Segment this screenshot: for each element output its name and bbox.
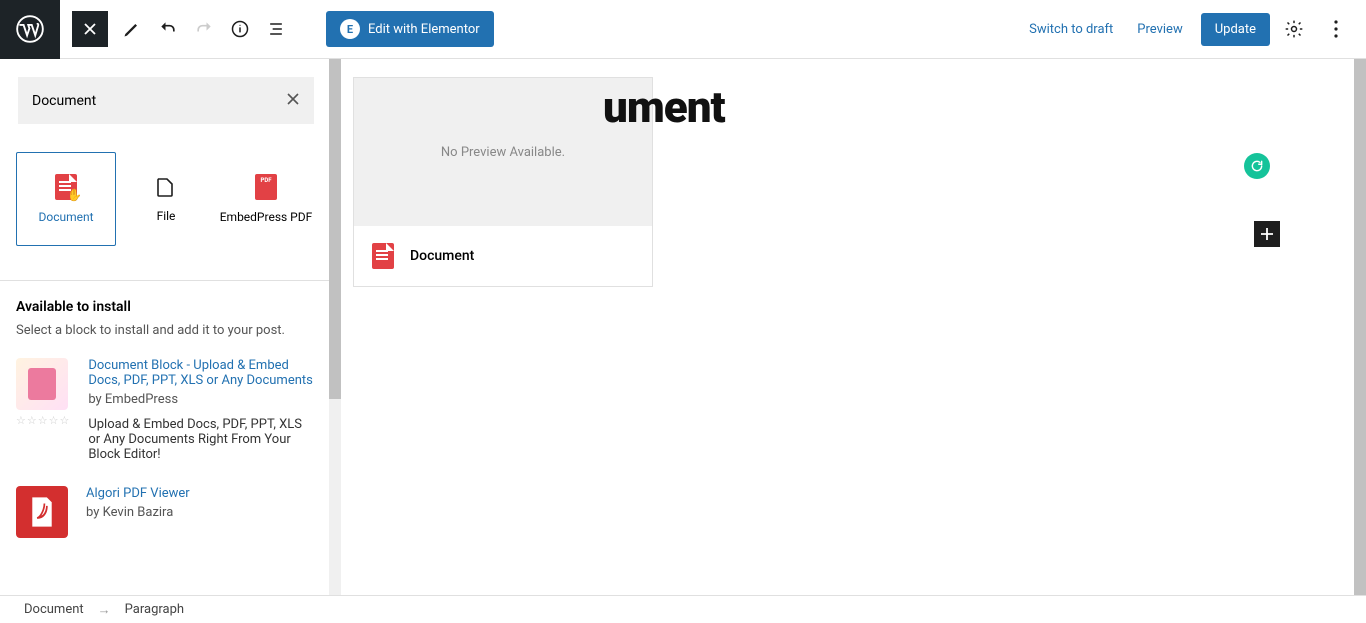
- elementor-icon: E: [340, 19, 360, 39]
- document-icon: [372, 243, 394, 269]
- block-label: Document: [38, 210, 93, 224]
- edit-with-elementor-button[interactable]: E Edit with Elementor: [326, 11, 494, 47]
- plugin-author: by Kevin Bazira: [86, 505, 316, 520]
- add-block-button[interactable]: [1254, 221, 1280, 247]
- undo-icon[interactable]: [150, 11, 186, 47]
- plugin-item[interactable]: Algori PDF Viewer by Kevin Bazira: [16, 486, 316, 538]
- pdf-block-icon: PDF: [255, 174, 277, 200]
- plugin-description: Upload & Embed Docs, PDF, PPT, XLS or An…: [88, 417, 316, 462]
- preview-block-label: Document: [410, 248, 474, 264]
- editor-canvas[interactable]: ument No Preview Available. Document: [333, 59, 1366, 595]
- breadcrumb-item[interactable]: Paragraph: [125, 602, 184, 617]
- breadcrumb-footer: Document → Paragraph: [0, 595, 1366, 623]
- grammarly-icon[interactable]: [1244, 153, 1270, 179]
- plugin-rating-stars: ☆☆☆☆☆: [16, 414, 70, 427]
- canvas-scrollbar[interactable]: [1354, 59, 1366, 595]
- settings-gear-icon[interactable]: [1276, 11, 1312, 47]
- block-item-embedpress-pdf[interactable]: PDF EmbedPress PDF: [216, 152, 316, 246]
- plugin-thumb-col: [16, 486, 68, 538]
- info-icon[interactable]: [222, 11, 258, 47]
- close-inserter-button[interactable]: [72, 11, 108, 47]
- elementor-label: Edit with Elementor: [368, 22, 480, 37]
- plugin-name-link[interactable]: Document Block - Upload & Embed Docs, PD…: [88, 358, 316, 388]
- block-label: File: [157, 209, 176, 223]
- plugin-item[interactable]: ☆☆☆☆☆ Document Block - Upload & Embed Do…: [16, 358, 316, 462]
- outline-icon[interactable]: [258, 11, 294, 47]
- clear-search-icon[interactable]: [286, 91, 300, 110]
- cursor-overlay-icon: ✋: [67, 188, 82, 202]
- wordpress-logo[interactable]: [0, 0, 60, 59]
- available-title: Available to install: [16, 299, 316, 315]
- plugin-thumb-col: ☆☆☆☆☆: [16, 358, 70, 462]
- block-results-grid: ✋ Document File PDF EmbedPress PDF: [0, 124, 332, 266]
- editor-topbar: E Edit with Elementor Switch to draft Pr…: [0, 0, 1366, 59]
- chevron-right-icon: →: [98, 602, 111, 618]
- post-title-fragment: ument: [603, 81, 725, 133]
- plugin-thumbnail: [16, 358, 68, 410]
- available-to-install-section: Available to install Select a block to i…: [0, 281, 332, 538]
- preview-link[interactable]: Preview: [1125, 22, 1194, 37]
- edit-tool-icon[interactable]: [114, 11, 150, 47]
- block-search-row: [18, 77, 314, 124]
- plugin-thumbnail: [16, 486, 68, 538]
- block-item-file[interactable]: File: [116, 152, 216, 246]
- block-inserter-sidebar: ✋ Document File PDF EmbedPress PDF Avail…: [0, 59, 333, 595]
- plugin-name-link[interactable]: Algori PDF Viewer: [86, 486, 316, 501]
- plugin-author: by EmbedPress: [88, 392, 316, 407]
- switch-to-draft-link[interactable]: Switch to draft: [1017, 22, 1125, 37]
- file-block-icon: [154, 175, 178, 199]
- update-button[interactable]: Update: [1201, 13, 1270, 46]
- available-subtitle: Select a block to install and add it to …: [16, 323, 316, 338]
- redo-icon: [186, 11, 222, 47]
- more-options-icon[interactable]: [1318, 11, 1354, 47]
- block-label: EmbedPress PDF: [220, 210, 313, 224]
- breadcrumb-item[interactable]: Document: [24, 602, 84, 617]
- block-search-input[interactable]: [32, 93, 286, 109]
- block-item-document[interactable]: ✋ Document: [16, 152, 116, 246]
- preview-block-label-row: Document: [354, 226, 652, 286]
